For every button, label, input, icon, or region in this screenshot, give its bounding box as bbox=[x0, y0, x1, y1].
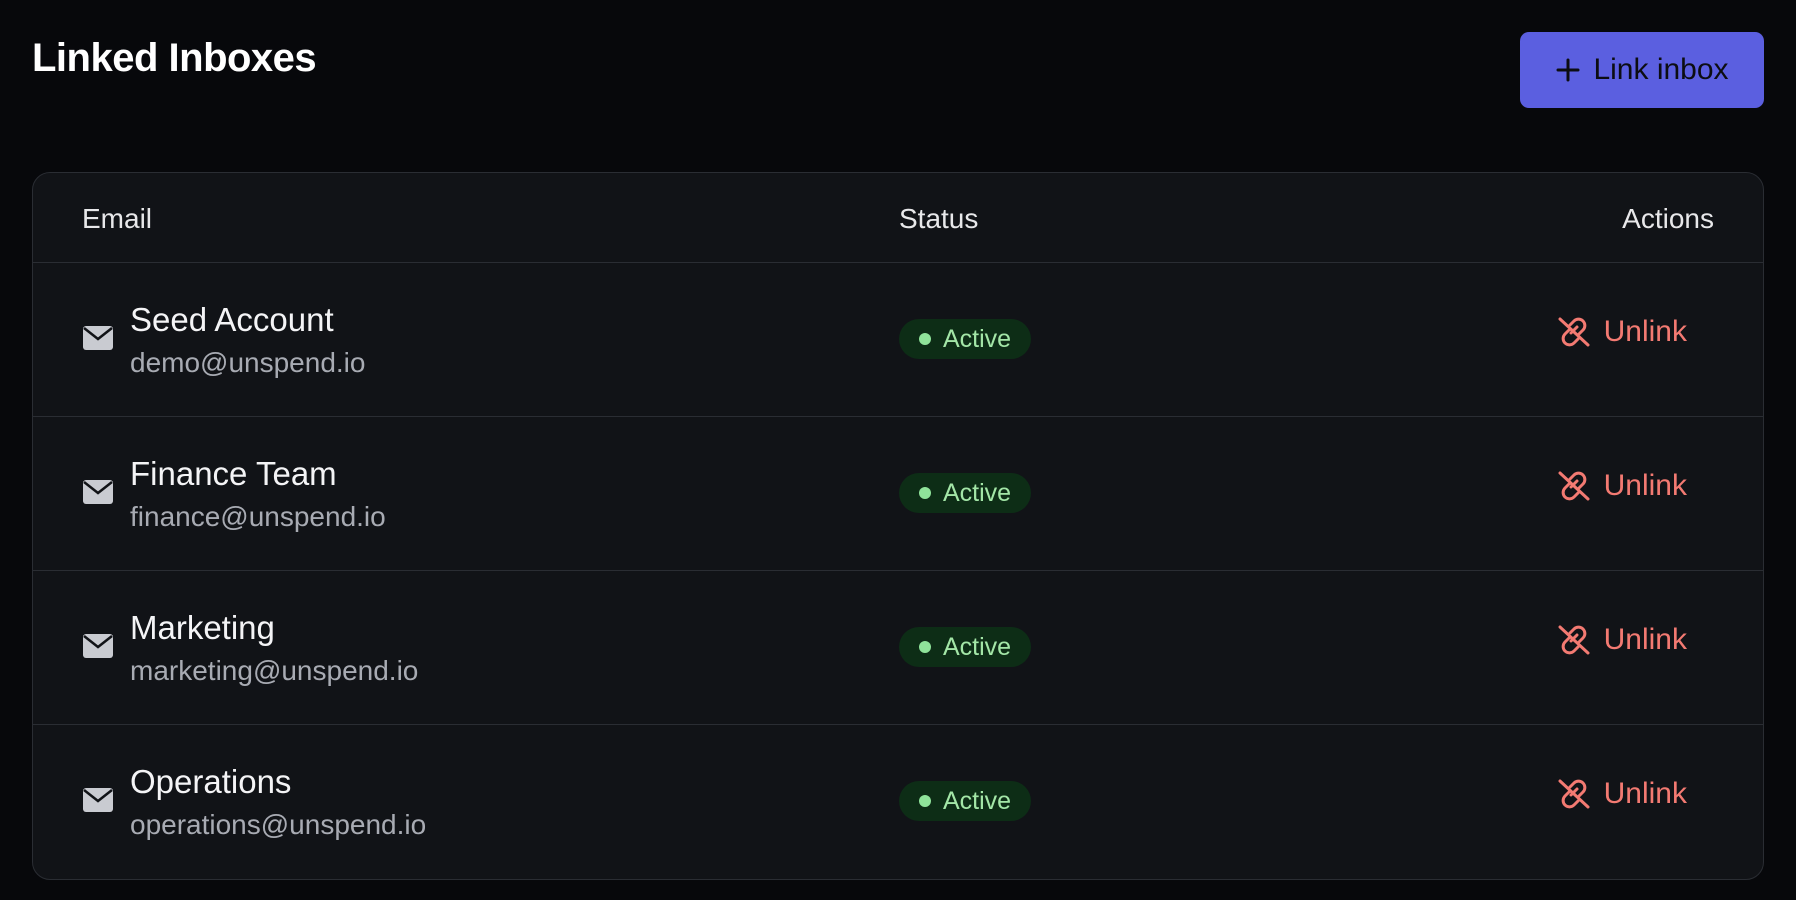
link-inbox-button-label: Link inbox bbox=[1593, 53, 1729, 86]
unlink-icon bbox=[1556, 316, 1592, 348]
table-row: Seed Account demo@unspend.io Active Unli… bbox=[33, 263, 1763, 417]
account-email: demo@unspend.io bbox=[130, 347, 366, 378]
unlink-button[interactable]: Unlink bbox=[1556, 777, 1687, 811]
envelope-icon bbox=[82, 325, 114, 351]
unlink-icon bbox=[1556, 470, 1592, 502]
plus-icon bbox=[1555, 57, 1581, 83]
table-row: Marketing marketing@unspend.io Active Un… bbox=[33, 571, 1763, 725]
status-dot-icon bbox=[919, 641, 931, 653]
envelope-icon bbox=[82, 633, 114, 659]
unlink-button[interactable]: Unlink bbox=[1556, 315, 1687, 349]
unlink-label: Unlink bbox=[1603, 623, 1687, 656]
unlink-icon bbox=[1556, 778, 1592, 810]
account-name: Seed Account bbox=[130, 301, 334, 338]
column-header-status: Status bbox=[899, 203, 979, 234]
unlink-button[interactable]: Unlink bbox=[1556, 623, 1687, 657]
column-header-actions: Actions bbox=[1622, 203, 1714, 234]
table-header: Email Status Actions bbox=[33, 173, 1763, 263]
unlink-label: Unlink bbox=[1603, 777, 1687, 810]
status-label: Active bbox=[943, 324, 1012, 353]
account-email: finance@unspend.io bbox=[130, 501, 386, 532]
status-badge: Active bbox=[899, 781, 1032, 821]
link-inbox-button[interactable]: Link inbox bbox=[1520, 32, 1764, 108]
status-badge: Active bbox=[899, 473, 1032, 513]
status-label: Active bbox=[943, 632, 1012, 661]
status-badge: Active bbox=[899, 319, 1032, 359]
account-name: Marketing bbox=[130, 609, 275, 646]
account-email: marketing@unspend.io bbox=[130, 655, 419, 686]
status-label: Active bbox=[943, 478, 1012, 507]
status-badge: Active bbox=[899, 627, 1032, 667]
envelope-icon bbox=[82, 787, 114, 813]
linked-inboxes-page: Linked Inboxes Link inbox Email Status A… bbox=[0, 0, 1796, 900]
unlink-button[interactable]: Unlink bbox=[1556, 469, 1687, 503]
unlink-label: Unlink bbox=[1603, 469, 1687, 502]
unlink-label: Unlink bbox=[1603, 315, 1687, 348]
account-name: Operations bbox=[130, 763, 292, 800]
status-label: Active bbox=[943, 786, 1012, 815]
unlink-icon bbox=[1556, 624, 1592, 656]
account-email: operations@unspend.io bbox=[130, 809, 427, 840]
table-row: Operations operations@unspend.io Active … bbox=[33, 725, 1763, 879]
table-row: Finance Team finance@unspend.io Active U… bbox=[33, 417, 1763, 571]
column-header-email: Email bbox=[82, 203, 153, 234]
status-dot-icon bbox=[919, 795, 931, 807]
inboxes-table: Email Status Actions Seed Account demo@u… bbox=[32, 172, 1764, 880]
page-title: Linked Inboxes bbox=[32, 36, 317, 80]
status-dot-icon bbox=[919, 487, 931, 499]
envelope-icon bbox=[82, 479, 114, 505]
account-name: Finance Team bbox=[130, 455, 337, 492]
status-dot-icon bbox=[919, 333, 931, 345]
